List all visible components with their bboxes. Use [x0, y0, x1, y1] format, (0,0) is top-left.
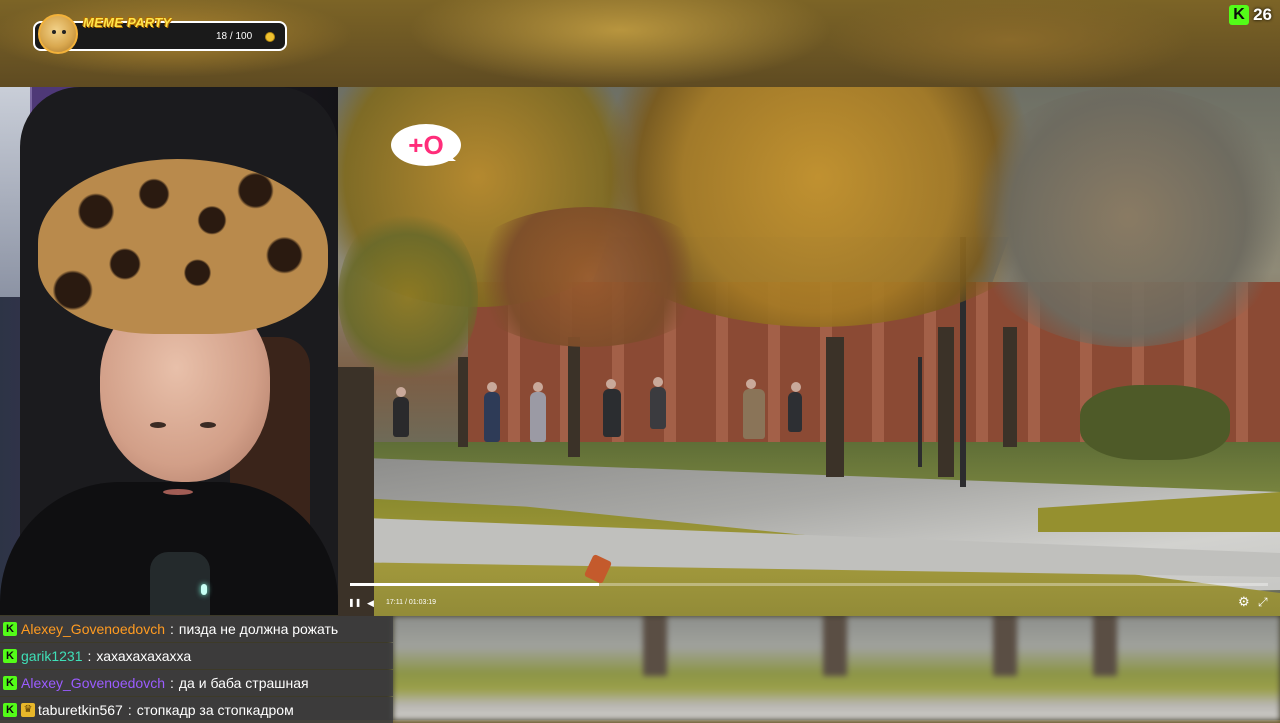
doge-icon [38, 14, 78, 54]
viewer-counter: K 26 [1229, 4, 1272, 26]
volume-icon[interactable]: ◀ [367, 596, 374, 610]
kick-badge-icon: K [3, 649, 17, 663]
chat-username[interactable]: Alexey_Govenoedovch [21, 675, 165, 691]
chat-overlay: K Alexey_Govenoedovch : пизда не должна … [0, 616, 393, 723]
chat-message: K Alexey_Govenoedovch : пизда не должна … [0, 616, 393, 642]
chat-separator: : [127, 702, 132, 718]
chat-separator: : [170, 621, 174, 637]
meme-party-title: MEME PARTY [83, 15, 172, 30]
gear-icon[interactable]: ⚙ [1238, 595, 1250, 609]
kick-badge-icon: K [3, 703, 17, 717]
chat-username[interactable]: Alexey_Govenoedovch [21, 621, 165, 637]
video-progress-fill [350, 583, 599, 586]
chat-text: пизда не должна рожать [178, 621, 339, 637]
fullscreen-icon[interactable]: ⤢ [1258, 595, 1268, 609]
viewer-count: 26 [1253, 5, 1272, 24]
webcam-feed [0, 87, 338, 615]
kick-badge-icon: K [3, 676, 17, 690]
chat-text: хахахахахахха [96, 648, 192, 664]
pause-icon[interactable]: ❚❚ [348, 596, 361, 610]
chat-message: K Alexey_Govenoedovch : да и баба страшн… [0, 670, 393, 696]
time-display: 17:11 / 01:03:19 [386, 599, 437, 606]
crown-badge-icon: ♛ [21, 703, 35, 717]
chat-username[interactable]: garik1231 [21, 648, 83, 664]
meme-party-progress: 18 / 100 [216, 31, 253, 42]
coin-icon [265, 32, 275, 42]
video-player[interactable]: +O ❚❚ ◀ 17:11 / 01:03:19 ⚙ ⤢ [338, 87, 1280, 616]
player-controls: ❚❚ ◀ 17:11 / 01:03:19 ⚙ ⤢ [338, 592, 1280, 616]
video-progress-bar[interactable] [350, 583, 1268, 586]
chat-separator: : [87, 648, 92, 664]
kick-badge-icon: K [3, 622, 17, 636]
chat-message: K garik1231 : хахахахахахха [0, 643, 393, 669]
chat-message: K ♛ taburetkin567 : стопкадр за стопкадр… [0, 697, 393, 723]
background-blur-strip [393, 616, 1280, 720]
chat-text: стопкадр за стопкадром [136, 702, 294, 718]
chat-text: да и баба страшная [178, 675, 309, 691]
kick-logo-icon: K [1229, 5, 1250, 25]
chat-username[interactable]: taburetkin567 [38, 702, 123, 718]
chat-separator: : [170, 675, 174, 691]
